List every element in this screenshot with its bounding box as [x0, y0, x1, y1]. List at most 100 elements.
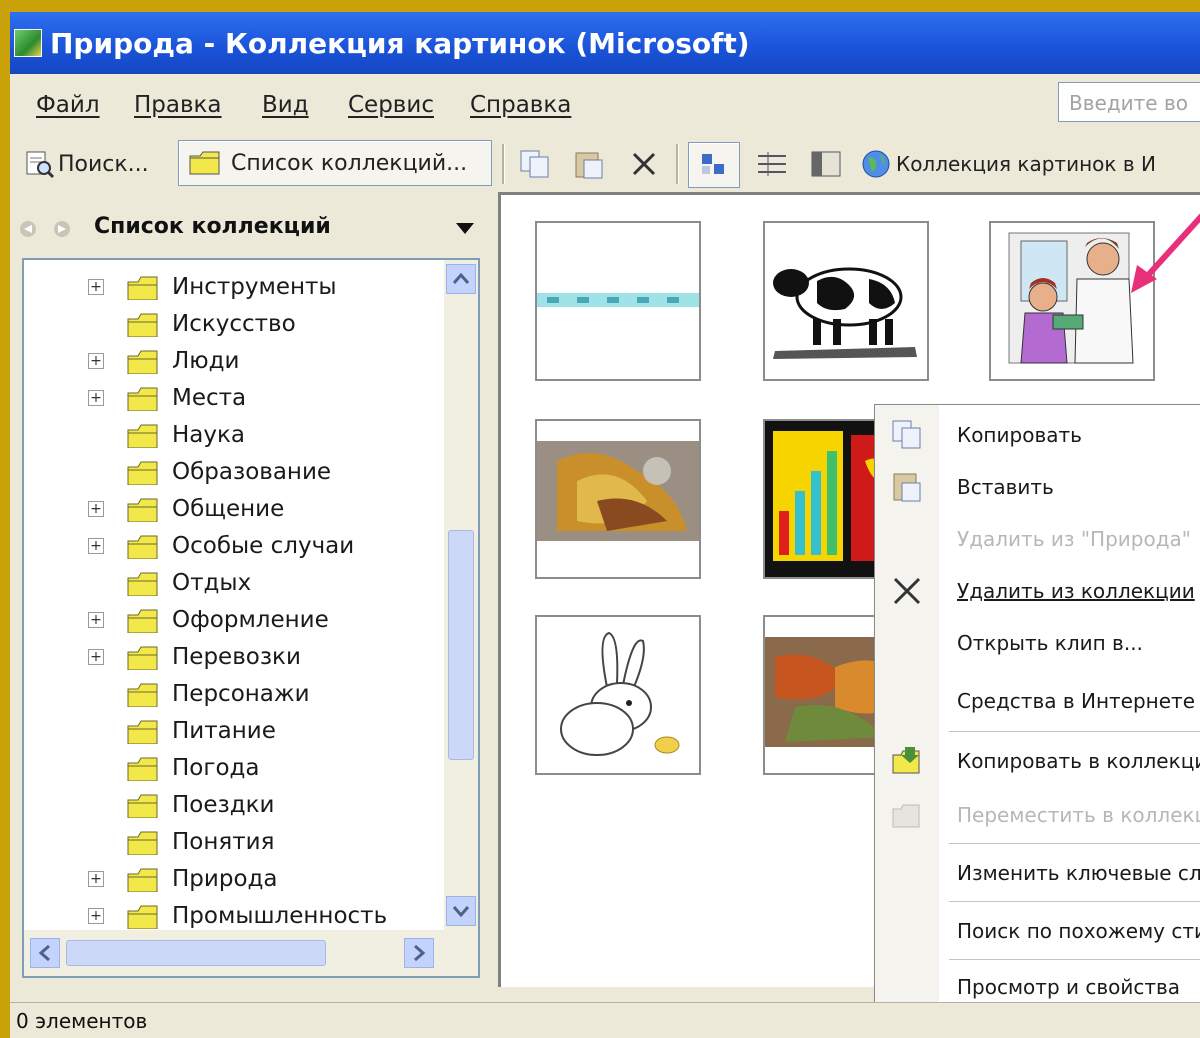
tree-vertical-scrollbar[interactable]	[444, 260, 478, 930]
tree-item[interactable]: + Инструменты	[24, 268, 444, 305]
collection-list-button[interactable]: Список коллекций...	[178, 140, 492, 186]
tree-item[interactable]: + Общение	[24, 490, 444, 527]
scroll-up-button[interactable]	[446, 264, 476, 294]
tree-item[interactable]: Понятия	[24, 823, 444, 860]
tree-item[interactable]: + Места	[24, 379, 444, 416]
clip-art-online-button[interactable]: Коллекция картинок в И	[860, 142, 1156, 186]
folder-icon	[127, 794, 158, 818]
ctx-tools-on-web[interactable]: Средства в Интернете	[875, 675, 1200, 727]
search-button[interactable]: Поиск...	[24, 142, 149, 186]
window-title: Природа - Коллекция картинок (Microsoft)	[50, 26, 750, 60]
thumbnails-icon	[702, 154, 724, 174]
scroll-down-button[interactable]	[446, 896, 476, 926]
expand-icon[interactable]: +	[88, 352, 104, 369]
ctx-edit-keywords[interactable]: Изменить ключевые слова	[875, 847, 1200, 899]
tree-item[interactable]: + Перевозки	[24, 638, 444, 675]
tree-item[interactable]: Отдых	[24, 564, 444, 601]
cow-image	[773, 267, 917, 359]
vertical-scroll-thumb[interactable]	[448, 530, 474, 760]
tree-item[interactable]: Персонажи	[24, 675, 444, 712]
folder-icon	[127, 350, 158, 374]
folder-icon	[127, 572, 158, 596]
taskpane-header: Список коллекций	[10, 198, 490, 258]
tree-item[interactable]: Искусство	[24, 305, 444, 342]
status-bar: 0 элементов	[10, 1002, 1200, 1038]
tree-item[interactable]: Питание	[24, 712, 444, 749]
tree-item-label: Наука	[172, 421, 245, 448]
expand-icon[interactable]: +	[88, 389, 104, 406]
folder-icon	[127, 757, 158, 781]
tree-item-label: Промышленность	[172, 902, 388, 929]
clip-thumbnail[interactable]	[763, 221, 929, 381]
help-search-input[interactable]: Введите во	[1058, 82, 1200, 122]
tree-item-label: Образование	[172, 458, 332, 485]
annotation-arrow-icon	[1131, 213, 1200, 293]
scroll-left-button[interactable]	[30, 938, 60, 968]
ctx-move-to-collection[interactable]: Переместить в коллекцию	[875, 789, 1200, 841]
list-view-icon[interactable]	[754, 148, 790, 180]
menu-bar: Файл Правка Вид Сервис Справка	[10, 74, 1200, 134]
paste-icon[interactable]	[572, 148, 606, 180]
menu-help[interactable]: Справка	[470, 92, 571, 118]
tree-item[interactable]: + Природа	[24, 860, 444, 897]
expand-icon[interactable]: +	[88, 648, 104, 665]
tree-item[interactable]: Наука	[24, 416, 444, 453]
chevron-right-icon	[414, 944, 426, 962]
ctx-remove-from-category[interactable]: Удалить из "Природа"	[875, 513, 1200, 565]
expand-icon[interactable]: +	[88, 870, 104, 887]
tree-item[interactable]: Поездки	[24, 786, 444, 823]
clip-thumbnail[interactable]	[535, 419, 701, 579]
tree-item[interactable]: Образование	[24, 453, 444, 490]
copy-icon[interactable]	[518, 148, 552, 180]
menu-edit[interactable]: Правка	[134, 92, 222, 118]
expand-icon[interactable]: +	[88, 500, 104, 517]
copy-to-collection-icon	[892, 747, 920, 774]
ctx-delete-from-organizer[interactable]: Удалить из коллекции	[875, 565, 1200, 617]
tree-item[interactable]: + Оформление	[24, 601, 444, 638]
dropdown-arrow-icon[interactable]	[454, 220, 476, 236]
search-pane-icon	[26, 151, 54, 179]
tree-item-label: Оформление	[172, 606, 329, 633]
expand-icon[interactable]: +	[88, 278, 104, 295]
clip-art-online-label: Коллекция картинок в И	[896, 152, 1156, 176]
ctx-find-similar-style[interactable]: Поиск по похожему стилю	[875, 905, 1200, 957]
tree-item-label: Особые случаи	[172, 532, 355, 559]
ctx-copy[interactable]: Копировать	[875, 409, 1200, 461]
clip-thumbnail[interactable]	[535, 221, 701, 381]
clip-thumbnail[interactable]	[535, 615, 701, 775]
tree-horizontal-scrollbar[interactable]	[24, 930, 478, 976]
thumbnails-view-button[interactable]	[688, 142, 740, 188]
tree-item-label: Люди	[172, 347, 240, 374]
ctx-open-clip-in[interactable]: Открыть клип в...	[875, 617, 1200, 669]
folder-icon	[127, 424, 158, 448]
tree-item-label: Персонажи	[172, 680, 310, 707]
menu-view[interactable]: Вид	[262, 92, 309, 118]
delete-icon[interactable]	[628, 148, 662, 180]
expand-icon[interactable]: +	[88, 611, 104, 628]
folder-icon	[127, 387, 158, 411]
tree-item-label: Погода	[172, 754, 260, 781]
tree-item[interactable]: Погода	[24, 749, 444, 786]
folder-icon	[127, 313, 158, 337]
ctx-copy-to-collection[interactable]: Копировать в коллекцию	[875, 735, 1200, 787]
ctx-paste[interactable]: Вставить	[875, 461, 1200, 513]
tree-item[interactable]: + Люди	[24, 342, 444, 379]
menu-tools[interactable]: Сервис	[348, 92, 434, 118]
tree-item-label: Общение	[172, 495, 285, 522]
chevron-up-icon	[452, 272, 470, 284]
tree-item[interactable]: + Особые случаи	[24, 527, 444, 564]
paste-icon	[893, 473, 921, 502]
details-view-icon[interactable]	[808, 148, 844, 180]
expand-icon[interactable]: +	[88, 537, 104, 554]
app-icon	[14, 29, 42, 57]
expand-icon[interactable]: +	[88, 907, 104, 924]
copy-icon	[892, 420, 921, 449]
menu-file[interactable]: Файл	[36, 92, 100, 118]
horizontal-scroll-thumb[interactable]	[66, 940, 326, 966]
tree-item[interactable]: + Промышленность	[24, 897, 444, 934]
scroll-right-button[interactable]	[404, 938, 434, 968]
folder-icon	[127, 868, 158, 892]
status-text: 0 элементов	[16, 1009, 148, 1033]
nav-arrows-icon[interactable]	[18, 218, 78, 240]
collection-tree: + Инструменты Искусство + Люди + Места Наука Обр…	[22, 258, 480, 978]
